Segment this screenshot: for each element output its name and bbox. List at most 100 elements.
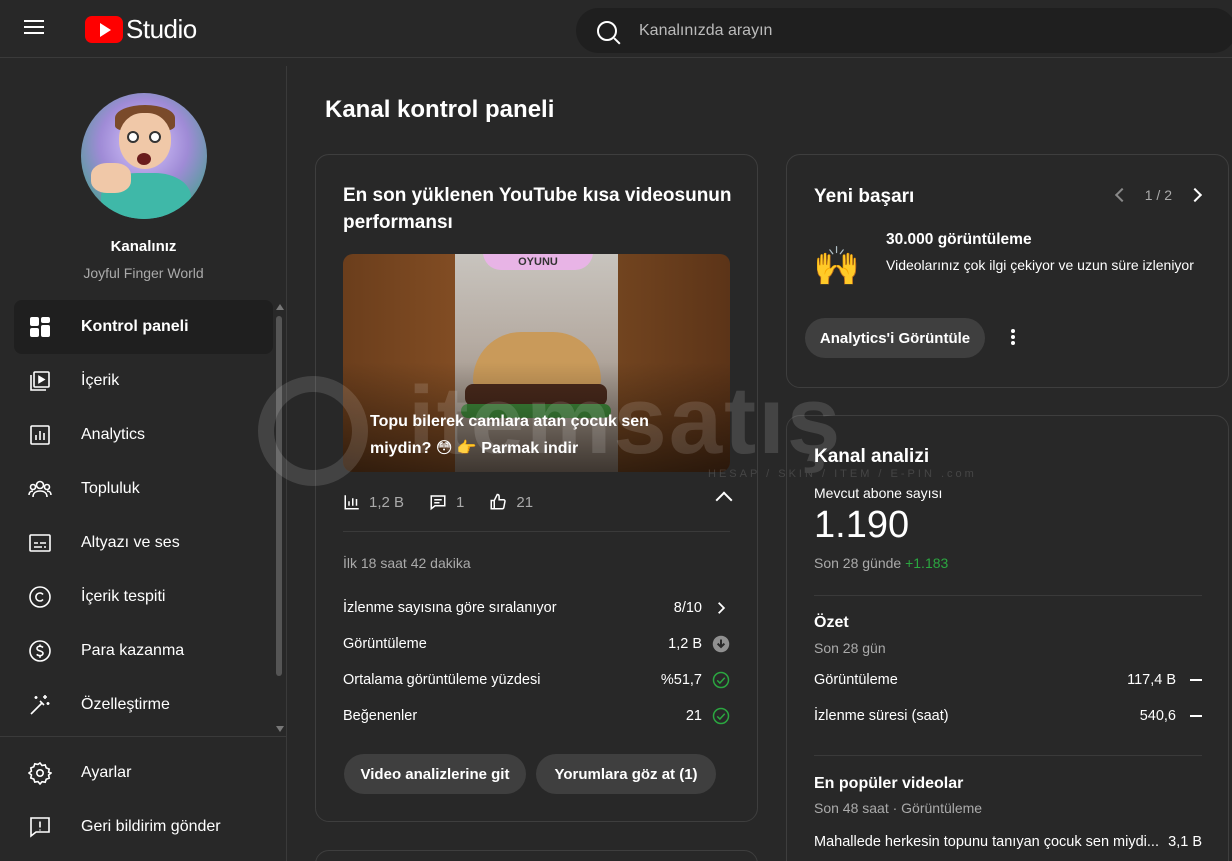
achievement-pager: 1 / 2	[1114, 187, 1203, 203]
sidebar-item-settings[interactable]: Ayarlar	[14, 746, 273, 800]
views-count: 1,2 B	[369, 493, 405, 511]
settings-icon	[28, 761, 52, 785]
trend-dash-icon	[1190, 715, 1202, 717]
sidebar-item-label: Ayarlar	[81, 764, 132, 781]
bar-chart-icon	[344, 495, 359, 510]
studio-logo[interactable]: Studio	[85, 14, 197, 45]
channel-handle: Joyful Finger World	[83, 265, 204, 281]
pager-text: 1 / 2	[1144, 187, 1172, 203]
check-circle-icon	[712, 707, 730, 725]
divider	[814, 595, 1202, 596]
view-analytics-button[interactable]: Analytics'i Görüntüle	[805, 318, 985, 358]
sidebar-item-customization[interactable]: Özelleştirme	[14, 678, 273, 732]
community-icon	[28, 477, 52, 501]
likes-count: 21	[516, 493, 534, 511]
metric-label: İzlenme sayısına göre sıralanıyor	[343, 600, 557, 616]
metric-value: %51,7	[660, 672, 702, 688]
arrow-down-circle-icon	[712, 635, 730, 653]
raising-hands-icon: 🙌	[813, 246, 861, 288]
sidebar-item-dashboard[interactable]: Kontrol paneli	[14, 300, 273, 354]
summary-value: 117,4 B	[1127, 672, 1176, 688]
thumbnail-label: OYUNU	[483, 254, 593, 270]
subscribers-label: Mevcut abone sayısı	[814, 485, 943, 501]
top-video-value: 3,1 B	[1168, 834, 1202, 850]
youtube-logo-icon	[85, 16, 123, 43]
metric-row-ranking[interactable]: İzlenme sayısına göre sıralanıyor 8/10	[343, 596, 730, 620]
views-stat: 1,2 B	[343, 493, 404, 511]
collapse-chevron-icon[interactable]	[715, 491, 733, 509]
sidebar: Kanalınız Joyful Finger World Kontrol pa…	[0, 66, 287, 861]
chevron-left-icon[interactable]	[1114, 187, 1129, 203]
sidebar-item-monetization[interactable]: Para kazanma	[14, 624, 273, 678]
logo-text: Studio	[126, 14, 197, 44]
sidebar-scrollbar[interactable]	[276, 316, 282, 676]
metric-row-avg-view: Ortalama görüntüleme yüzdesi %51,7	[343, 668, 730, 692]
metric-value: 21	[685, 708, 702, 724]
achievement-card: Yeni başarı 1 / 2 🙌 30.000 görüntüleme V…	[786, 154, 1229, 388]
comment-icon	[430, 495, 446, 511]
more-options-icon[interactable]	[1005, 327, 1021, 351]
scroll-up-arrow[interactable]	[276, 304, 284, 310]
sidebar-item-label: Özelleştirme	[81, 696, 170, 713]
sidebar-item-label: Para kazanma	[81, 642, 185, 659]
metrics-period: İlk 18 saat 42 dakika	[343, 555, 471, 571]
sidebar-item-label: Topluluk	[81, 480, 140, 497]
menu-icon[interactable]	[24, 16, 60, 44]
page-title: Kanal kontrol paneli	[325, 96, 555, 123]
subs-change: +1.183	[905, 555, 949, 571]
channel-avatar[interactable]	[81, 93, 207, 219]
sidebar-item-label: Geri bildirim gönder	[81, 818, 221, 835]
dashboard-icon	[28, 315, 52, 339]
video-thumbnail[interactable]: OYUNU Topu bilerek camlara atan çocuk se…	[343, 254, 730, 472]
sidebar-item-label: İçerik	[81, 372, 120, 389]
top-videos-title: En popüler videolar	[814, 775, 964, 792]
chevron-right-icon[interactable]	[712, 599, 730, 617]
top-video-title: Mahallede herkesin topunu tanıyan çocuk …	[814, 834, 1159, 850]
divider	[343, 531, 730, 532]
sidebar-divider	[0, 736, 287, 737]
copyright-icon	[28, 585, 52, 609]
summary-period: Son 28 gün	[814, 640, 886, 656]
summary-label: İzlenme süresi (saat)	[814, 708, 949, 724]
view-comments-button[interactable]: Yorumlara göz at (1)	[536, 754, 716, 794]
latest-short-card: En son yüklenen YouTube kısa videosunun …	[315, 154, 758, 822]
content-icon	[28, 369, 52, 393]
analytics-icon	[28, 423, 52, 447]
sidebar-item-copyright[interactable]: İçerik tespiti	[14, 570, 273, 624]
comments-stat: 1	[428, 493, 464, 511]
check-circle-icon	[712, 671, 730, 689]
sidebar-item-content[interactable]: İçerik	[14, 354, 273, 408]
monetization-icon	[28, 639, 52, 663]
sidebar-item-label: Altyazı ve ses	[81, 534, 180, 551]
subscriber-count: 1.190	[814, 504, 910, 546]
thumbs-up-icon	[490, 493, 507, 510]
video-stats: 1,2 B 1 21	[343, 488, 733, 516]
achievement-description: Videolarınız çok ilgi çekiyor ve uzun sü…	[886, 257, 1194, 273]
channel-analytics-card: Kanal analizi Mevcut abone sayısı 1.190 …	[786, 415, 1229, 861]
top-videos-period: Son 48 saat · Görüntüleme	[814, 800, 983, 816]
chevron-right-icon[interactable]	[1187, 187, 1203, 203]
comments-count: 1	[456, 493, 465, 511]
search-icon[interactable]	[597, 20, 617, 41]
sidebar-item-feedback[interactable]: Geri bildirim gönder	[14, 800, 273, 854]
search-input[interactable]	[639, 21, 1139, 40]
next-card	[315, 850, 758, 861]
video-caption: Topu bilerek camlara atan çocuk sen miyd…	[370, 413, 649, 457]
summary-label: Görüntüleme	[814, 672, 898, 688]
metric-row-likes: Beğenenler 21	[343, 704, 730, 728]
search-bar[interactable]	[576, 8, 1232, 53]
sidebar-item-label: Analytics	[81, 426, 146, 443]
sidebar-item-community[interactable]: Topluluk	[14, 462, 273, 516]
metric-row-views: Görüntüleme 1,2 B	[343, 632, 730, 656]
scroll-down-arrow[interactable]	[276, 726, 284, 732]
top-video-row[interactable]: Mahallede herkesin topunu tanıyan çocuk …	[814, 830, 1202, 854]
sidebar-item-analytics[interactable]: Analytics	[14, 408, 273, 462]
achievement-headline: 30.000 görüntüleme	[886, 231, 1032, 248]
video-analytics-button[interactable]: Video analizlerine git	[344, 754, 526, 794]
sidebar-item-label: Kontrol paneli	[81, 318, 189, 335]
magic-wand-icon	[28, 693, 52, 717]
likes-stat: 21	[488, 493, 533, 511]
sidebar-item-subtitles[interactable]: Altyazı ve ses	[14, 516, 273, 570]
channel-name: Kanalınız	[110, 238, 177, 255]
sidebar-item-label: İçerik tespiti	[81, 588, 166, 605]
